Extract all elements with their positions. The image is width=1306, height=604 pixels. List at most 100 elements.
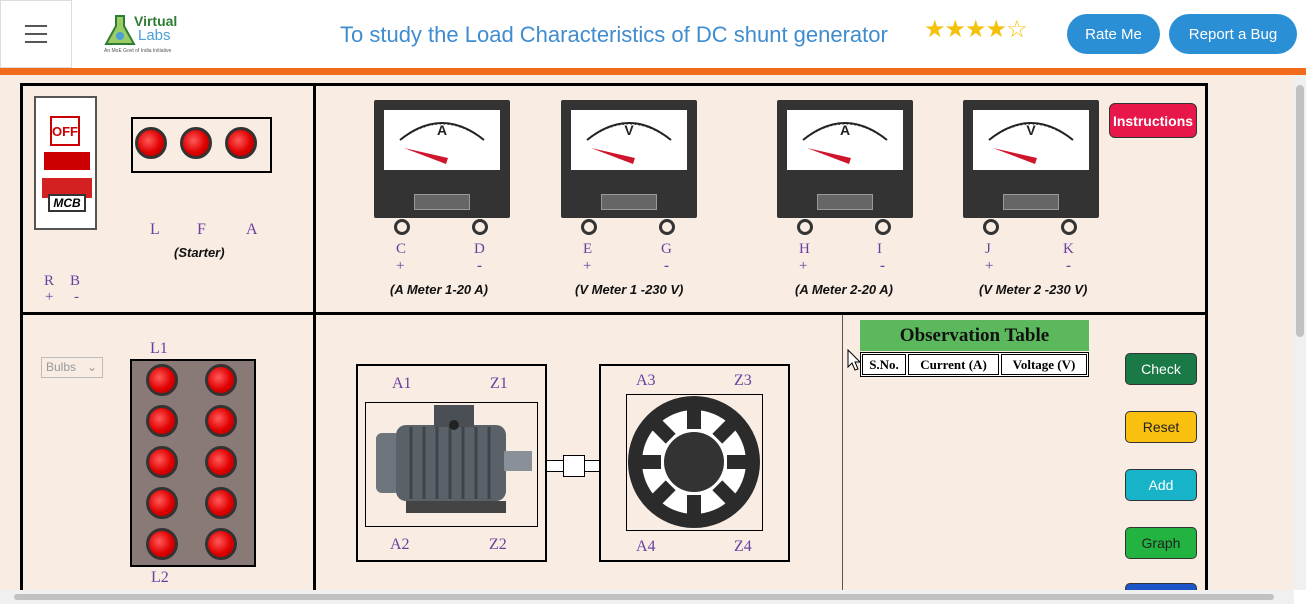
terminal-H[interactable] <box>797 219 813 235</box>
mcb-off-label: OFF <box>50 116 80 146</box>
bulb-6[interactable] <box>205 446 237 478</box>
terminal-label: E <box>583 241 593 257</box>
meter-dial-icon <box>802 122 888 164</box>
terminal-label: I <box>877 241 882 257</box>
hamburger-icon-line <box>25 33 47 35</box>
header-divider <box>0 68 1306 75</box>
sign-minus: - <box>477 258 482 274</box>
vertical-scrollbar-thumb[interactable] <box>1296 85 1304 337</box>
bulb-3[interactable] <box>146 405 178 437</box>
meter-4: V <box>963 100 1099 218</box>
bulb-4[interactable] <box>205 405 237 437</box>
starter-lamp-3 <box>225 127 257 159</box>
load-label-l2: L2 <box>151 569 169 586</box>
meter-display <box>1003 194 1059 210</box>
load-label-l1: L1 <box>150 340 168 357</box>
gen-label-z3: Z3 <box>734 372 752 389</box>
hamburger-icon <box>25 25 47 27</box>
simulation-area: OFF MCB R B + - L F A (Starter) A C D + - (A … <box>0 75 1294 590</box>
terminal-K[interactable] <box>1061 219 1077 235</box>
starter-label-a: A <box>246 221 258 238</box>
bulb-7[interactable] <box>146 487 178 519</box>
vertical-scrollbar[interactable] <box>1294 75 1306 590</box>
meter-3: A <box>777 100 913 218</box>
instructions-button[interactable]: Instructions <box>1109 103 1197 138</box>
report-bug-button[interactable]: Report a Bug <box>1169 14 1297 54</box>
starter-caption: (Starter) <box>174 245 225 260</box>
load-select[interactable]: Bulbs ⌄ <box>41 357 103 378</box>
coupling <box>563 455 585 477</box>
meter-face: A <box>384 110 500 170</box>
bulb-10[interactable] <box>205 528 237 560</box>
gen-label-z4: Z4 <box>734 538 752 555</box>
terminal-D[interactable] <box>472 219 488 235</box>
sign-minus: - <box>74 289 79 305</box>
meter-dial-icon <box>399 122 485 164</box>
rate-me-button[interactable]: Rate Me <box>1067 14 1160 54</box>
meter-display <box>601 194 657 210</box>
starter-label-l: L <box>150 221 160 238</box>
starter-label-f: F <box>197 221 206 238</box>
obs-header-current: Current (A) <box>908 354 999 375</box>
motor-label-a2: A2 <box>390 536 410 553</box>
generator-image <box>626 394 763 531</box>
hamburger-icon-line <box>25 41 47 43</box>
bulb-5[interactable] <box>146 446 178 478</box>
terminal-J[interactable] <box>983 219 999 235</box>
load-select-value: Bulbs <box>46 360 77 374</box>
terminal-label: C <box>396 241 407 257</box>
graph-button[interactable]: Graph <box>1125 527 1197 559</box>
meter-display <box>414 194 470 210</box>
check-button[interactable]: Check <box>1125 353 1197 385</box>
extra-button[interactable] <box>1125 583 1197 590</box>
horizontal-scrollbar-thumb[interactable] <box>14 594 1274 600</box>
sign-plus: + <box>396 258 405 274</box>
terminal-label: D <box>474 241 485 257</box>
header: Virtual Labs An MoE Govt of India Initia… <box>0 0 1306 68</box>
bulb-9[interactable] <box>146 528 178 560</box>
menu-button[interactable] <box>0 0 72 68</box>
meter-caption: (A Meter 2-20 A) <box>795 282 894 297</box>
mouse-cursor-icon <box>847 349 861 371</box>
terminal-label: J <box>985 241 991 257</box>
bulb-8[interactable] <box>205 487 237 519</box>
bulb-2[interactable] <box>205 364 237 396</box>
sign-plus: + <box>583 258 592 274</box>
logo-tagline: An MoE Govt of India Initiative <box>104 48 172 54</box>
obs-header-sno: S.No. <box>862 354 906 375</box>
meter-unit-label: V <box>1026 122 1036 138</box>
meter-dial-icon <box>586 122 672 164</box>
terminal-C[interactable] <box>394 219 410 235</box>
logo-text-labs: Labs <box>138 27 171 44</box>
mcb-switch[interactable]: OFF MCB <box>34 96 97 230</box>
motor-label-a1: A1 <box>392 375 412 392</box>
meter-unit-label: A <box>436 122 448 138</box>
meter-dial-icon <box>988 122 1074 164</box>
meter-face: V <box>571 110 687 170</box>
panel-divider <box>842 315 843 590</box>
terminal-E[interactable] <box>581 219 597 235</box>
bulb-1[interactable] <box>146 364 178 396</box>
sign-plus: + <box>45 289 54 305</box>
terminal-G[interactable] <box>659 219 675 235</box>
meter-caption: (V Meter 2 -230 V) <box>979 282 1088 297</box>
logo-text-virtual: Virtual <box>134 13 178 29</box>
terminal-label: H <box>799 241 810 257</box>
horizontal-scrollbar[interactable] <box>0 590 1294 604</box>
meter-display <box>817 194 873 210</box>
observation-table-title: Observation Table <box>860 320 1089 351</box>
flask-icon <box>104 15 136 45</box>
obs-header-voltage: Voltage (V) <box>1001 354 1087 375</box>
reset-button[interactable]: Reset <box>1125 411 1197 443</box>
meter-face: A <box>787 110 903 170</box>
chevron-down-icon: ⌄ <box>86 360 97 374</box>
meter-2: V <box>561 100 697 218</box>
meter-1: A <box>374 100 510 218</box>
virtual-labs-logo[interactable]: Virtual Labs An MoE Govt of India Initia… <box>98 10 184 58</box>
gen-label-a4: A4 <box>636 538 656 555</box>
add-button[interactable]: Add <box>1125 469 1197 501</box>
rating-stars[interactable]: ★★★★☆ <box>924 15 1028 44</box>
terminal-I[interactable] <box>875 219 891 235</box>
sign-minus: - <box>880 258 885 274</box>
meter-unit-label: V <box>624 122 634 138</box>
